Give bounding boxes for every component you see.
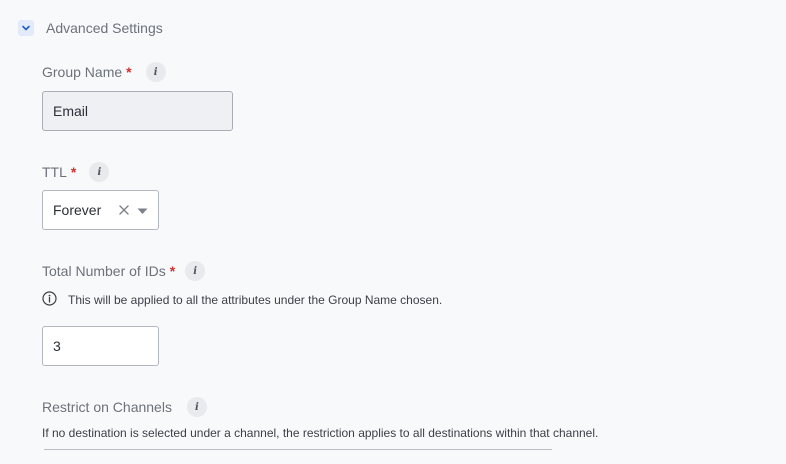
- info-icon[interactable]: i: [186, 397, 207, 417]
- info-icon[interactable]: i: [89, 162, 110, 182]
- group-name-value: Email: [53, 103, 89, 119]
- total-ids-value: 3: [53, 338, 61, 354]
- hint-text: This will be applied to all the attribut…: [68, 293, 443, 307]
- total-ids-input[interactable]: 3: [42, 326, 159, 366]
- group-name-label: Group Name: [42, 64, 123, 80]
- advanced-settings-panel: Advanced Settings Group Name * i Email T…: [0, 0, 786, 464]
- chevron-down-icon[interactable]: [18, 20, 34, 36]
- clear-icon[interactable]: [119, 202, 129, 218]
- info-icon[interactable]: i: [145, 62, 166, 82]
- dropdown-caret-icon[interactable]: [137, 202, 148, 218]
- group-name-field[interactable]: Email: [42, 91, 233, 131]
- divider: [44, 449, 552, 450]
- restrict-channels-description: If no destination is selected under a ch…: [42, 426, 599, 440]
- total-ids-label-row: Total Number of IDs * i: [42, 261, 206, 281]
- info-icon[interactable]: i: [185, 261, 206, 281]
- ttl-label-row: TTL * i: [42, 162, 110, 182]
- group-name-label-row: Group Name * i: [42, 62, 166, 82]
- advanced-settings-toggle[interactable]: Advanced Settings: [18, 20, 163, 36]
- ttl-label: TTL: [42, 164, 67, 180]
- section-title: Advanced Settings: [46, 20, 163, 36]
- ttl-selected-value: Forever: [53, 202, 102, 218]
- total-ids-label: Total Number of IDs: [42, 263, 166, 279]
- restrict-channels-label-row: Restrict on Channels i: [42, 397, 207, 417]
- restrict-channels-label: Restrict on Channels: [42, 399, 172, 415]
- info-circle-icon: [42, 291, 57, 309]
- required-mark: *: [169, 263, 176, 279]
- total-ids-hint: This will be applied to all the attribut…: [42, 291, 442, 309]
- required-mark: *: [126, 64, 132, 80]
- ttl-select[interactable]: Forever: [42, 190, 159, 230]
- required-mark: *: [70, 164, 77, 180]
